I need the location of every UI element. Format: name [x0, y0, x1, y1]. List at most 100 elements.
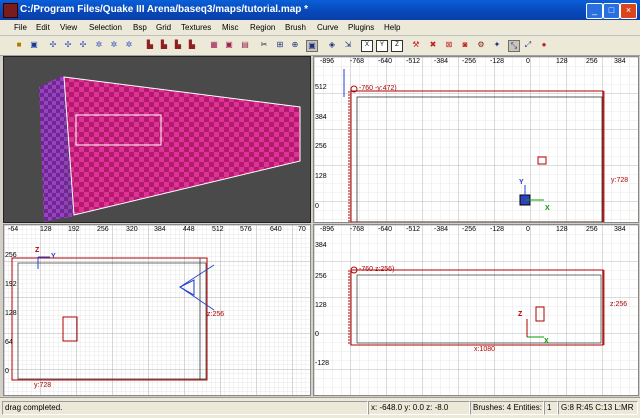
- minimize-button[interactable]: _: [586, 3, 603, 19]
- select-touching-icon[interactable]: ▙: [159, 40, 169, 50]
- xz-xtick: -640: [378, 226, 393, 233]
- menu-plugins[interactable]: Plugins: [348, 23, 374, 32]
- status-misc: 1: [544, 401, 558, 415]
- cubic-clip-icon[interactable]: ▣: [306, 40, 318, 52]
- clipper-icon[interactable]: ✂: [259, 40, 269, 50]
- yz-xtick: 576: [240, 226, 252, 233]
- xy-xtick: -768: [350, 58, 365, 65]
- xy-xtick: 0: [526, 58, 530, 65]
- menu-textures[interactable]: Textures: [181, 23, 211, 32]
- menu-view[interactable]: View: [60, 23, 77, 32]
- lock-icon[interactable]: ⤢: [523, 40, 533, 50]
- select-partial-icon[interactable]: ▙: [173, 40, 183, 50]
- csg-hollow-icon[interactable]: ▣: [224, 40, 234, 50]
- yz-grid: [4, 225, 310, 395]
- csg-merge-icon[interactable]: ▤: [240, 40, 250, 50]
- camera-icon[interactable]: ◈: [327, 40, 337, 50]
- yz-dimension-z-label: z:256: [207, 311, 225, 318]
- close-button[interactable]: ×: [620, 3, 637, 19]
- open-icon[interactable]: ■: [14, 40, 24, 50]
- flip-x-icon[interactable]: ✣: [48, 40, 58, 50]
- xz-xtick: 128: [556, 226, 568, 233]
- patch-bend-icon[interactable]: ✖: [428, 40, 438, 50]
- menu-file[interactable]: File: [14, 23, 27, 32]
- rotate-y-icon[interactable]: ✲: [109, 40, 119, 50]
- xz-viewport[interactable]: -896 -768 -640 -512 -384 -256 -128 0 128…: [313, 224, 639, 396]
- xz-xtick: 384: [614, 226, 626, 233]
- title-bar: C:/Program Files/Quake III Arena/baseq3/…: [0, 0, 640, 20]
- yz-xtick: 320: [126, 226, 138, 233]
- csg-subtract-icon[interactable]: ▦: [209, 40, 219, 50]
- scale-y-icon[interactable]: Y: [376, 40, 388, 52]
- camera-scene: [39, 75, 301, 222]
- patch-icon[interactable]: ⚒: [411, 40, 421, 50]
- menu-edit[interactable]: Edit: [36, 23, 50, 32]
- menu-misc[interactable]: Misc: [222, 23, 238, 32]
- xz-ytick: 0: [315, 331, 319, 338]
- menu-brush[interactable]: Brush: [285, 23, 306, 32]
- select-inside-icon[interactable]: ▙: [187, 40, 197, 50]
- yz-axis-y-label: Y: [51, 253, 56, 260]
- yz-viewport[interactable]: -64 128 192 256 320 384 448 512 576 640 …: [3, 224, 311, 396]
- xy-xtick: 384: [614, 58, 626, 65]
- xy-ytick: 256: [315, 143, 327, 150]
- yz-dimension-y-label: y:728: [34, 382, 52, 389]
- entity-icon[interactable]: ⚙: [476, 40, 486, 50]
- yz-ytick: 256: [5, 252, 17, 259]
- flip-y-icon[interactable]: ✣: [63, 40, 73, 50]
- xy-ytick: 0: [315, 203, 319, 210]
- yz-xtick: 384: [154, 226, 166, 233]
- yz-xtick: 640: [270, 226, 282, 233]
- menu-selection[interactable]: Selection: [89, 23, 122, 32]
- texture-lock-icon[interactable]: ⊕: [290, 40, 300, 50]
- rotate-z-icon[interactable]: ✲: [124, 40, 134, 50]
- select-complete-icon[interactable]: ▙: [145, 40, 155, 50]
- patch-insert-icon[interactable]: ⊠: [444, 40, 454, 50]
- menu-curve[interactable]: Curve: [317, 23, 338, 32]
- xy-xtick: 256: [586, 58, 598, 65]
- change-views-icon[interactable]: ⊞: [275, 40, 285, 50]
- settings-icon[interactable]: ●: [539, 40, 549, 50]
- flip-z-icon[interactable]: ✣: [78, 40, 88, 50]
- brush-icon[interactable]: ⤡: [508, 40, 520, 52]
- rotate-x-icon[interactable]: ✲: [94, 40, 104, 50]
- camera-viewport[interactable]: [3, 56, 311, 223]
- xy-xtick: 128: [556, 58, 568, 65]
- move-icon[interactable]: ⇲: [343, 40, 353, 50]
- menu-region[interactable]: Region: [250, 23, 275, 32]
- toolbar: ■ ▣ ✣ ✣ ✣ ✲ ✲ ✲ ▙ ▙ ▙ ▙ ▦ ▣ ▤ ✂ ⊞ ⊕ ▣ ◈ …: [0, 36, 640, 56]
- menu-grid[interactable]: Grid: [156, 23, 171, 32]
- scale-x-icon[interactable]: X: [361, 40, 373, 52]
- xy-xtick: -384: [434, 58, 449, 65]
- yz-ytick: 128: [5, 310, 17, 317]
- xy-xtick: -640: [378, 58, 393, 65]
- save-icon[interactable]: ▣: [29, 40, 39, 50]
- menu-bsp[interactable]: Bsp: [133, 23, 147, 32]
- xy-ytick: 128: [315, 173, 327, 180]
- status-message: drag completed.: [2, 401, 368, 415]
- xz-dimension-z-label: z:256: [610, 301, 628, 308]
- yz-xtick: 512: [212, 226, 224, 233]
- status-counts: Brushes: 4 Entities: 1: [470, 401, 544, 415]
- xy-xtick: -256: [462, 58, 477, 65]
- window-title: C:/Program Files/Quake III Arena/baseq3/…: [20, 4, 309, 15]
- yz-xtick: 192: [68, 226, 80, 233]
- patch-delete-icon[interactable]: ◙: [460, 40, 470, 50]
- yz-xtick: 448: [183, 226, 195, 233]
- xy-xtick: -896: [320, 58, 335, 65]
- menu-help[interactable]: Help: [384, 23, 400, 32]
- status-grid-info: G:8 R:45 C:13 L:MR: [558, 401, 638, 415]
- plugin-icon[interactable]: ✦: [492, 40, 502, 50]
- xy-viewport[interactable]: -896 -768 -640 -512 -384 -256 -128 0 128…: [313, 56, 639, 223]
- xy-axis-y-label: Y: [519, 179, 524, 186]
- status-coordinates: x: -648.0 y: 0.0 z: -8.0: [368, 401, 470, 415]
- yz-ytick: 0: [5, 368, 9, 375]
- xy-xtick: -512: [406, 58, 421, 65]
- maximize-button[interactable]: □: [603, 3, 620, 19]
- scale-z-icon[interactable]: Z: [391, 40, 403, 52]
- xy-ytick: 384: [315, 114, 327, 121]
- xz-ytick: 128: [315, 302, 327, 309]
- xz-xtick: -768: [350, 226, 365, 233]
- yz-xtick: 70: [298, 226, 306, 233]
- menu-bar: File Edit View Selection Bsp Grid Textur…: [0, 20, 640, 36]
